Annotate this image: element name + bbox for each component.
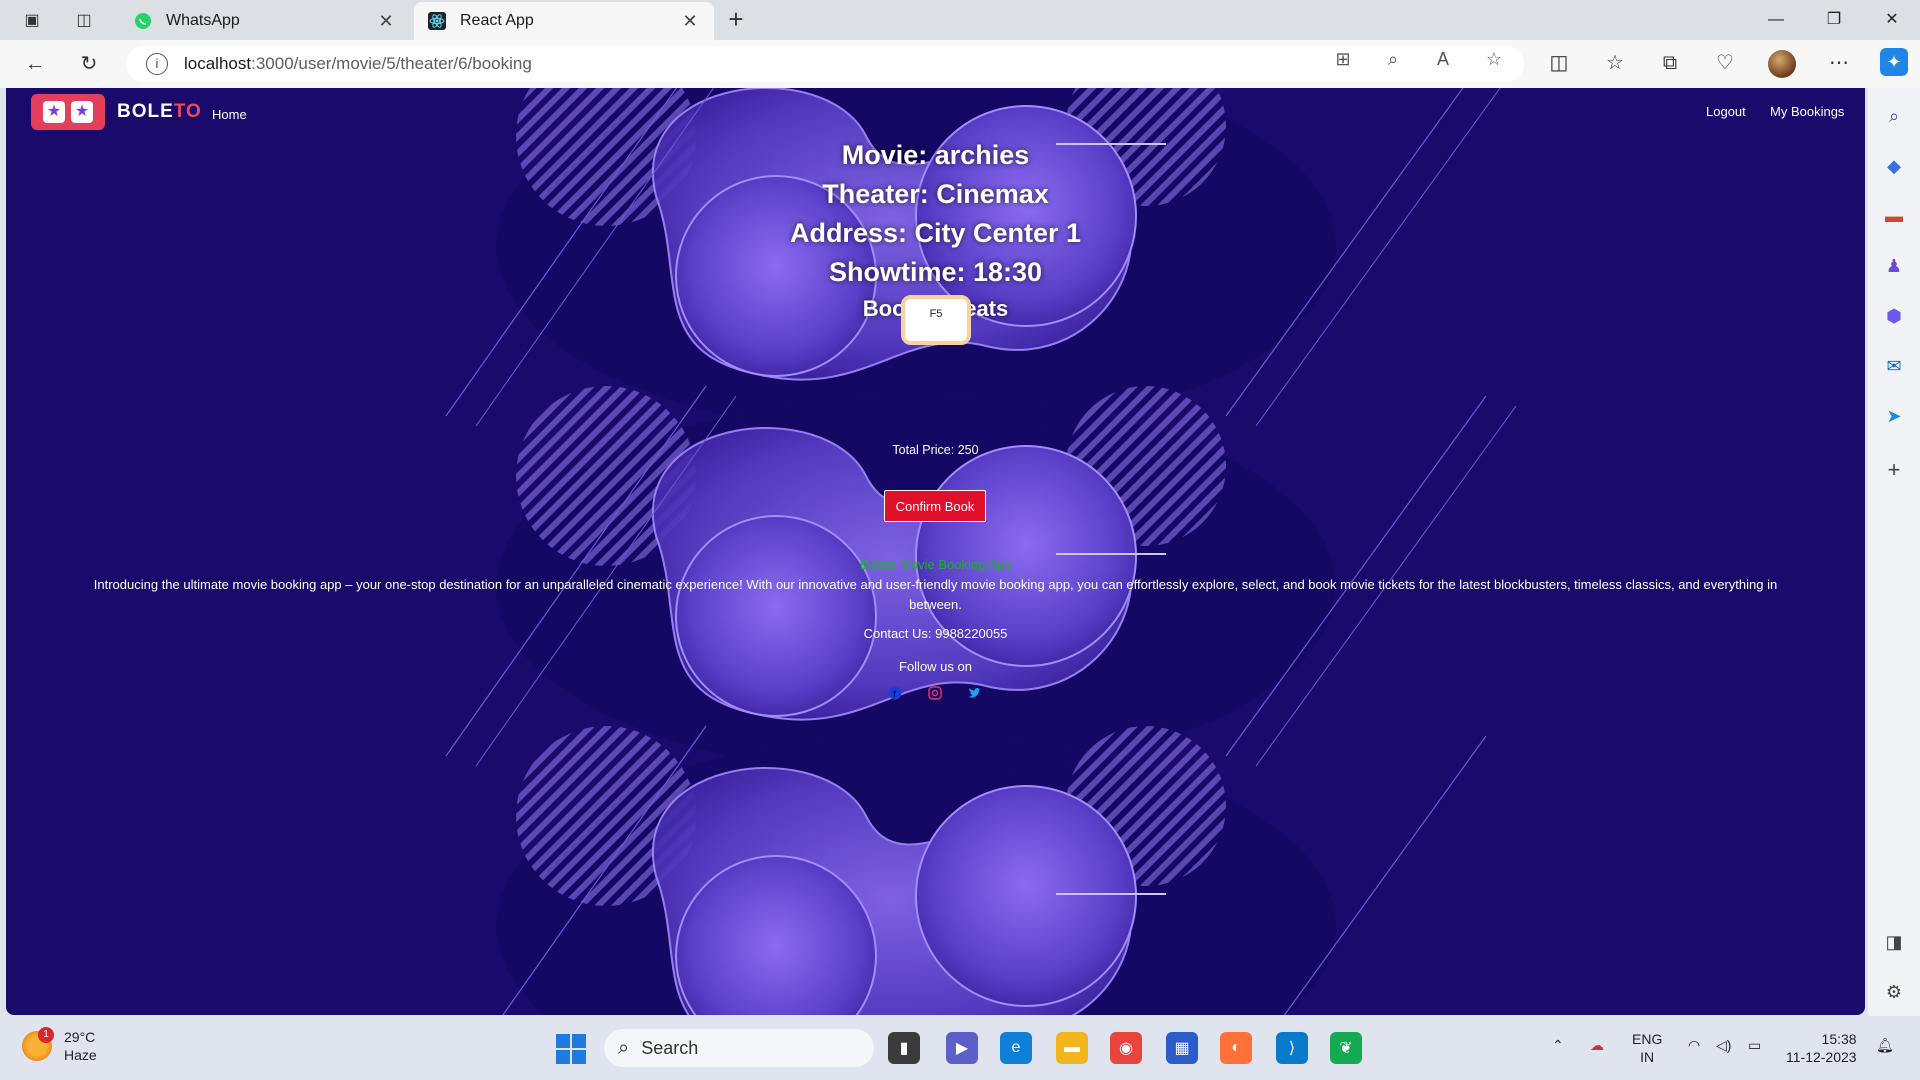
tab-label: WhatsApp [166,12,240,29]
vscode-icon[interactable]: ⟩ [1276,1032,1308,1064]
tab-whatsapp[interactable]: WhatsApp ✕ [120,2,410,40]
settings-gear-icon[interactable]: ⚙ [1880,978,1908,1006]
onedrive-error-icon[interactable]: ☁ [1590,1036,1604,1054]
weather-sun-icon: 1 [22,1027,54,1061]
outlook-icon[interactable]: ✉ [1880,352,1908,380]
shopping-tag-icon[interactable]: ◆ [1880,152,1908,180]
minimize-icon[interactable]: — [1756,6,1796,34]
wifi-icon[interactable]: ◠ [1688,1036,1700,1054]
footer-description: Introducing the ultimate movie booking a… [93,577,1778,612]
language-indicator[interactable]: ENG IN [1632,1030,1662,1066]
confirm-book-button[interactable]: Confirm Book [884,490,986,522]
windows-taskbar: 1 29°C Haze ⌕ Search ▮ ▶ e ▬ ◉ ▦ ◐ ⟩ ❦ ⌃… [0,1016,1920,1080]
games-icon[interactable]: ♟ [1880,252,1908,280]
show-hidden-icons-icon[interactable]: ⌃ [1552,1036,1564,1054]
mongodb-compass-icon[interactable]: ❦ [1330,1032,1362,1064]
facebook-icon[interactable]: f [886,686,904,704]
start-button[interactable] [556,1034,586,1064]
page-viewport: ★ ★ BOLETO Home Logout My Bookings Movie:… [6,88,1865,1015]
showtime: Showtime: 18:30 [828,257,1043,287]
brand-name: BOLETO [117,101,202,122]
refresh-icon[interactable]: ↻ [74,50,104,78]
search-icon[interactable]: ⌕ [1880,102,1908,130]
copilot-icon[interactable]: ✦ [1880,48,1908,76]
chrome-icon[interactable]: ◉ [1110,1032,1142,1064]
sidebar-toggle-icon[interactable]: ◨ [1880,928,1908,956]
whatsapp-icon [134,12,152,30]
new-tab-icon[interactable]: + [722,6,750,34]
react-icon [428,12,446,30]
twitter-icon[interactable] [966,686,984,704]
microsoft365-icon[interactable]: ⬢ [1880,302,1908,330]
notification-bell-icon[interactable]: 🔔︎ [1876,1036,1894,1054]
theater-name: Theater: Cinemax [822,179,1049,209]
footer-contact: Contact Us: 9988220055 [863,626,1008,641]
teams-meet-icon[interactable]: ▶ [946,1032,978,1064]
tools-icon[interactable]: ▬ [1880,202,1908,230]
more-icon[interactable]: ⋯ [1824,48,1854,78]
file-explorer-icon[interactable]: ▬ [1056,1032,1088,1064]
notification-badge: 1 [38,1027,54,1043]
favorite-star-icon[interactable]: ☆ [1483,48,1505,70]
favorites-icon[interactable]: ☆ [1600,48,1630,78]
brand-logo[interactable]: ★ ★ BOLETO [31,94,202,130]
app-available-icon[interactable]: ⊞ [1332,48,1354,70]
tab-actions-icon[interactable]: ◫ [70,8,98,32]
read-aloud-icon[interactable]: A [1432,48,1454,70]
search-label: Search [641,1037,699,1058]
browser-essentials-icon[interactable]: ♡ [1710,48,1740,78]
weather-desc: Haze [64,1047,97,1063]
total-price: Total Price: 250 [892,443,979,457]
weather-temp: 29°C [64,1029,96,1045]
firefox-icon[interactable]: ◐ [1220,1032,1252,1064]
url-host: localhost [184,54,252,73]
my-bookings-link[interactable]: My Bookings [1770,104,1844,119]
search-icon: ⌕ [618,1036,630,1059]
weather-widget[interactable]: 1 29°C Haze [22,1027,97,1064]
movie-title: Movie: archies [841,140,1030,170]
tab-react-app[interactable]: React App ✕ [414,2,714,40]
battery-icon[interactable]: ▭ [1748,1036,1761,1054]
volume-icon[interactable]: ◁) [1716,1036,1731,1054]
logout-link[interactable]: Logout [1706,104,1746,119]
seat-card: F5 [901,295,971,345]
task-view-icon[interactable]: ▮ [888,1032,920,1064]
split-screen-icon[interactable]: ◫ [1544,48,1574,78]
add-icon[interactable]: + [1880,456,1908,484]
address-bar[interactable]: i localhost:3000/user/movie/5/theater/6/… [126,46,1524,82]
telegram-icon[interactable]: ➤ [1880,402,1908,430]
collections-icon[interactable]: ⧉ [1655,48,1685,78]
theater-address: Address: City Center 1 [789,218,1082,248]
clock[interactable]: 15:38 11-12-2023 [1786,1030,1857,1066]
restore-icon[interactable]: ❐ [1814,6,1854,34]
workspaces-icon[interactable]: ▣ [18,8,46,32]
background-art [6,696,1865,1015]
window-close-icon[interactable]: ✕ [1872,6,1912,34]
tab-strip: ▣ ◫ WhatsApp ✕ React App ✕ + — ❐ ✕ [0,0,1920,40]
taskbar-search[interactable]: ⌕ Search [604,1029,874,1067]
edge-sidebar: ✦ ⌕ ◆ ▬ ♟ ⬢ ✉ ➤ + ◨ ⚙ [1868,48,1920,1016]
back-icon[interactable]: ← [20,50,50,78]
tab-label: React App [460,12,534,29]
site-info-icon[interactable]: i [146,53,168,75]
footer-title: Boleto Movie Booking App [859,557,1012,572]
close-icon[interactable]: ✕ [680,11,700,32]
address-toolbar: ← ↻ i localhost:3000/user/movie/5/theate… [0,40,1920,88]
edge-icon[interactable]: e [1000,1032,1032,1064]
ticket-logo-icon: ★ ★ [31,94,105,130]
site-navbar: ★ ★ BOLETO Home Logout My Bookings [6,88,1865,138]
zoom-icon[interactable]: ⌕ [1382,48,1404,70]
microsoft-store-icon[interactable]: ▦ [1166,1032,1198,1064]
url-path: :3000/user/movie/5/theater/6/booking [251,54,532,73]
nav-home-link[interactable]: Home [212,107,247,122]
footer-follow: Follow us on [899,659,972,674]
profile-avatar[interactable] [1768,50,1796,78]
instagram-icon[interactable] [926,686,944,704]
close-icon[interactable]: ✕ [376,11,396,32]
